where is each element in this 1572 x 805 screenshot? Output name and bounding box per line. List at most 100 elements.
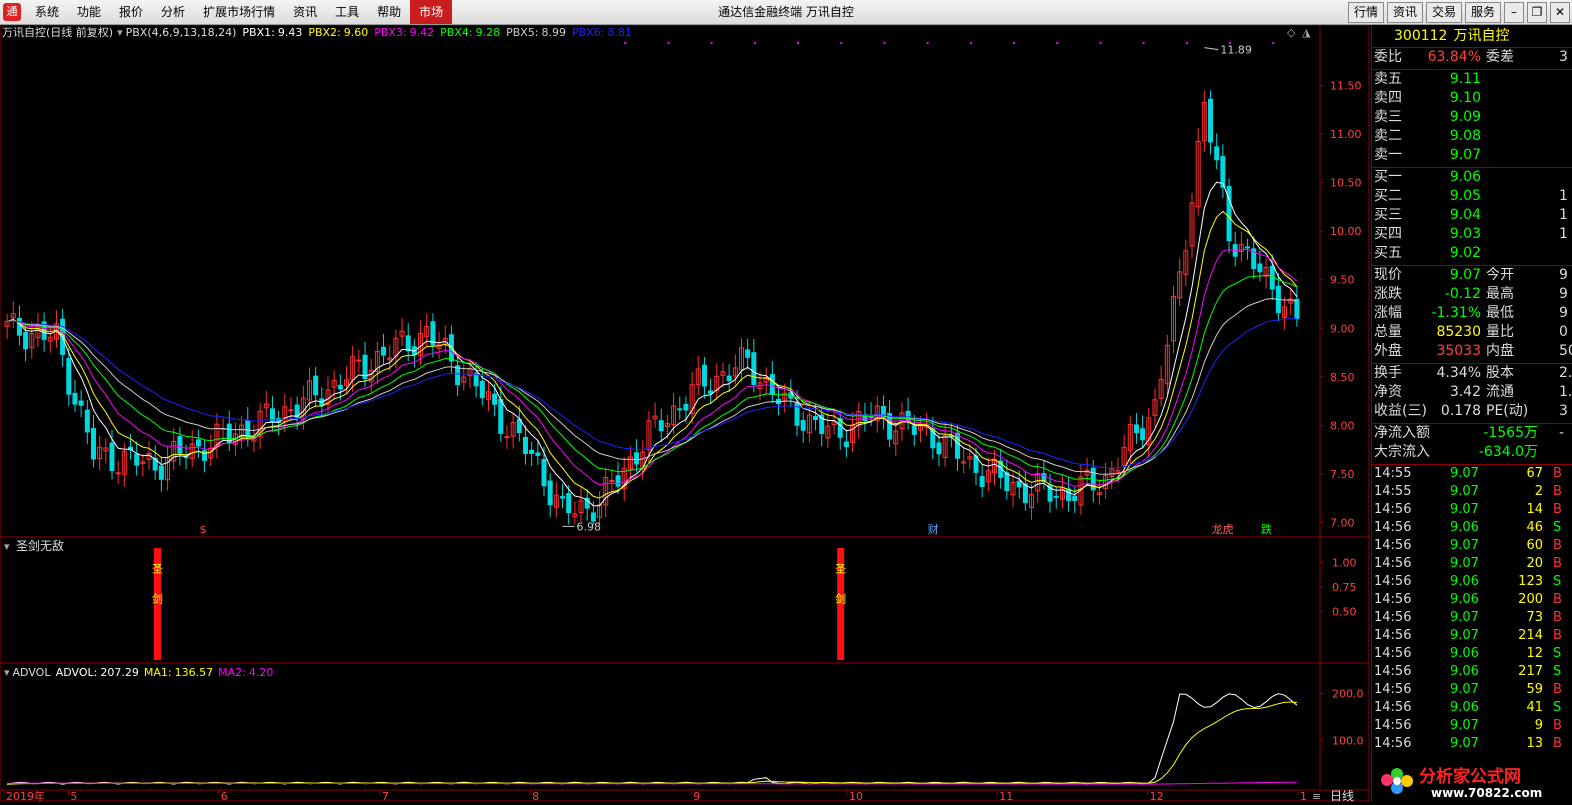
x-label: 12 xyxy=(1150,790,1164,802)
tick-time: 14:56 xyxy=(1374,718,1412,733)
sell-row-1: 卖五 9.11 xyxy=(1372,70,1572,89)
candle-body xyxy=(936,442,942,455)
pbx-name-1: PBX1: xyxy=(242,26,274,39)
advol-name-1: MA1: xyxy=(144,666,172,679)
tick-price: 9.07 xyxy=(1450,502,1479,517)
period-menu-icon[interactable]: ≡ xyxy=(1312,790,1321,803)
flower-logo-icon xyxy=(1381,768,1413,794)
weibi-row-label2: 委差 xyxy=(1486,49,1514,65)
candle-body xyxy=(381,346,387,356)
tick-volume: 200 xyxy=(1518,592,1543,607)
event-marker[interactable]: 财 xyxy=(928,522,939,536)
signal-dot xyxy=(883,42,886,44)
event-marker[interactable]: $ xyxy=(200,523,207,536)
flow-row-1-label: 大宗流入 xyxy=(1374,444,1430,460)
sub2-title: ADVOL xyxy=(13,666,52,679)
button-fw[interactable]: 服务 xyxy=(1464,2,1501,23)
sub1-dropdown-icon[interactable]: ▾ xyxy=(4,540,10,553)
candle-body xyxy=(1072,495,1078,501)
button-zx[interactable]: 资讯 xyxy=(1386,2,1423,23)
chart-area[interactable]: 万讯自控(日线 前复权) ▾ PBX(4,6,9,13,18,24) PBX1: 9.4… xyxy=(0,24,1440,803)
stat2-row-1-label2: 流通 xyxy=(1486,384,1514,400)
stat2-row-0-label: 换手 xyxy=(1374,365,1402,381)
expand-icon[interactable]: ◮ xyxy=(1302,26,1311,39)
candle-body xyxy=(1214,146,1220,161)
app-logo-icon: 通 xyxy=(3,3,21,21)
candle-body xyxy=(72,392,78,405)
event-marker[interactable]: 龙虎 xyxy=(1212,523,1234,536)
flow-row-1: 大宗流入 -634.0万 xyxy=(1372,443,1572,462)
signal-bar-text: 圣 xyxy=(152,562,163,575)
pbx-name-3: PBX3: xyxy=(374,26,406,39)
menu-news[interactable]: 资讯 xyxy=(284,0,326,24)
stat-row-1-label: 涨跌 xyxy=(1374,286,1402,302)
close-icon[interactable]: ✕ xyxy=(1550,2,1570,23)
period-label[interactable]: 日线 xyxy=(1330,789,1354,803)
restore-icon[interactable]: ❐ xyxy=(1527,2,1547,23)
sub1-tick-label: 1.00 xyxy=(1332,557,1357,570)
weibi-row: 委比 63.84% 委差 3 xyxy=(1372,48,1572,67)
button-hq[interactable]: 行情 xyxy=(1347,2,1384,23)
signal-dot xyxy=(1099,42,1102,44)
candle-body xyxy=(615,475,621,487)
menu-help[interactable]: 帮助 xyxy=(368,0,410,24)
quote-body: 委比 63.84% 委差 3 卖五 9.11 卖四 9.10 卖三 9.09 卖二 9.08 卖一 9.0… xyxy=(1372,48,1572,753)
minimize-icon[interactable]: – xyxy=(1504,2,1524,23)
tick-volume: 217 xyxy=(1518,664,1543,679)
candle-body xyxy=(479,380,485,399)
button-jy[interactable]: 交易 xyxy=(1425,2,1462,23)
sell-row-5: 卖一 9.07 xyxy=(1372,146,1572,165)
pbx-value-4: 9.28 xyxy=(476,26,501,39)
low-label: 6.98 xyxy=(577,520,602,533)
menu-analysis[interactable]: 分析 xyxy=(152,0,194,24)
buy-row-5-value: 9.02 xyxy=(1449,245,1481,261)
candle-body xyxy=(115,472,121,475)
tick-price: 9.07 xyxy=(1450,610,1479,625)
menu-ext-market[interactable]: 扩展市场行情 xyxy=(194,0,284,24)
sub2-header: ▾ ADVOL ADVOL: 207.29 MA1: 136.57 MA2: 4.20 xyxy=(4,666,273,679)
tick-side: S xyxy=(1553,646,1562,661)
candle-body xyxy=(745,349,751,358)
candle-body xyxy=(1066,488,1072,501)
menu-quote[interactable]: 报价 xyxy=(110,0,152,24)
pbx-name-6: PBX6: xyxy=(572,26,604,39)
watermark: 分析家公式网 www.70822.com xyxy=(1381,766,1542,800)
stat2-row-1-label: 净资 xyxy=(1374,384,1402,400)
stat-row-2-label2: 最低 xyxy=(1486,305,1514,321)
tick-price: 9.06 xyxy=(1450,664,1479,679)
settings-diamond-icon[interactable]: ◇ xyxy=(1287,26,1296,39)
advol-value-1: 136.57 xyxy=(175,666,214,679)
tick-row: 14:56 9.06 123 S xyxy=(1372,573,1572,591)
candle-body xyxy=(1257,263,1263,273)
pbx-line-3 xyxy=(7,248,1298,487)
tick-time: 14:56 xyxy=(1374,682,1412,697)
menu-function[interactable]: 功能 xyxy=(68,0,110,24)
weibi-row-label: 委比 xyxy=(1374,49,1402,65)
sell-row-3: 卖三 9.09 xyxy=(1372,108,1572,127)
stat2-row-0-value2: 2.8 xyxy=(1559,365,1572,381)
stat-row-3-value: 85230 xyxy=(1436,324,1481,340)
chart-svg[interactable]: 万讯自控(日线 前复权) ▾ PBX(4,6,9,13,18,24) PBX1: 9.4… xyxy=(0,24,1440,803)
stat2-row-2-label2: PE(动) xyxy=(1486,403,1529,419)
pbx-name-4: PBX4: xyxy=(440,26,472,39)
menu-system[interactable]: 系统 xyxy=(26,0,68,24)
signal-dot xyxy=(840,42,843,44)
buy-row-5: 买五 9.02 xyxy=(1372,244,1572,263)
sell-row-2: 卖四 9.10 xyxy=(1372,89,1572,108)
tick-row: 14:56 9.07 9 B xyxy=(1372,717,1572,735)
quote-panel: 300112 万讯自控 委比 63.84% 委差 3 卖五 9.11 卖四 9.10 卖三 9.09… xyxy=(1371,25,1572,802)
candle-body xyxy=(23,331,29,350)
sub2-dropdown-icon: ▾ xyxy=(4,666,10,679)
price-label: 7.00 xyxy=(1330,516,1355,529)
price-label: 9.50 xyxy=(1330,274,1355,287)
menu-tools[interactable]: 工具 xyxy=(326,0,368,24)
stat2-row-0: 换手 4.34% 股本 2.8 xyxy=(1372,364,1572,383)
stat-row-4-label: 外盘 xyxy=(1374,343,1402,359)
menu-market[interactable]: 市场 xyxy=(410,0,453,24)
stat-row-3: 总量 85230 量比 0 xyxy=(1372,323,1572,342)
tick-time: 14:56 xyxy=(1374,664,1412,679)
x-label: 10 xyxy=(849,790,863,802)
event-marker[interactable]: 跌 xyxy=(1261,522,1272,536)
stat2-row-1-value: 3.42 xyxy=(1449,384,1481,400)
stock-name: 万讯自控 xyxy=(1453,28,1510,44)
